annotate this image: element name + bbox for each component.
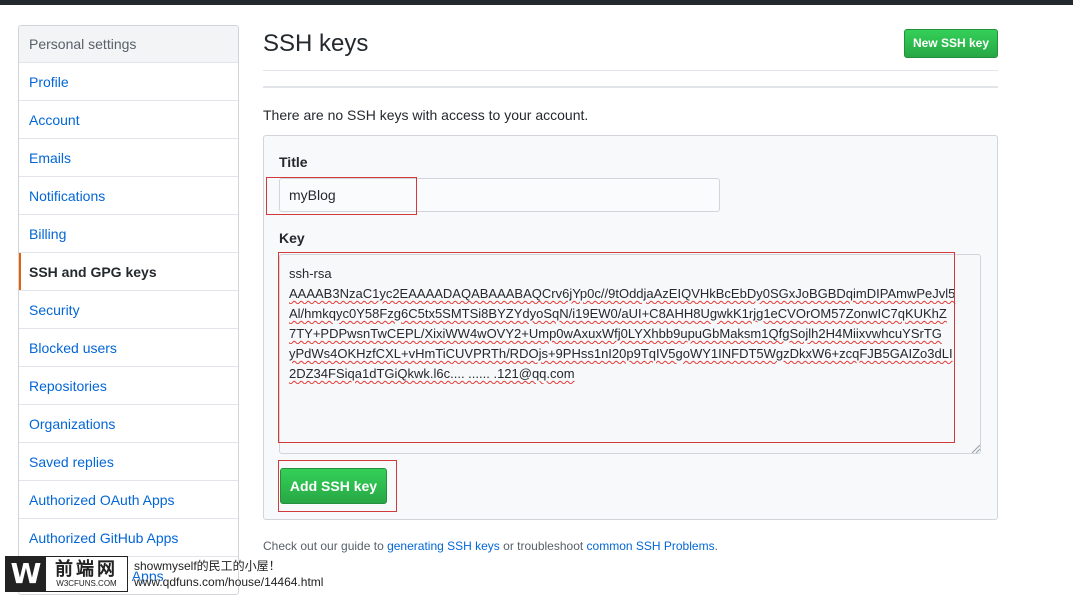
watermark-line-1: showmyself的民工的小屋！ xyxy=(134,559,281,573)
sidebar-item-security[interactable]: Security xyxy=(19,291,238,329)
sidebar-item-authorized-oauth-apps[interactable]: Authorized OAuth Apps xyxy=(19,481,238,519)
watermark-logo-sub: W3CFUNS.COM xyxy=(56,579,117,588)
watermark-line-2: www.qdfuns.com/house/14464.html xyxy=(134,575,324,589)
sidebar-item-profile[interactable]: Profile xyxy=(19,63,238,101)
sidebar-item-saved-replies[interactable]: Saved replies xyxy=(19,443,238,481)
title-label: Title xyxy=(279,154,308,170)
key-text-line: 7TY+PDPwsnTwCEPL/XixiWW4wOVY2+Ump0wAxuxW… xyxy=(289,326,942,341)
guide-middle: or troubleshoot xyxy=(499,539,587,553)
sidebar-item-organizations[interactable]: Organizations xyxy=(19,405,238,443)
guide-suffix: . xyxy=(714,539,718,553)
watermark-text: showmyself的民工的小屋！ www.qdfuns.com/house/1… xyxy=(134,558,323,590)
sidebar-item-notifications[interactable]: Notifications xyxy=(19,177,238,215)
settings-sidebar: Personal settings Profile Account Emails… xyxy=(18,25,239,595)
key-text-line: 2DZ34FSiqa1dTGiQkwk.l6c.... ...... .121@… xyxy=(289,366,575,381)
watermark-logo-letter: W xyxy=(6,557,46,591)
guide-text: Check out our guide to generating SSH ke… xyxy=(263,539,718,553)
key-text-line: Al/hmkqyc0Y58Fzg6C5tx5SMTSi8BYZYdyoSqN/i… xyxy=(289,306,947,321)
sidebar-item-emails[interactable]: Emails xyxy=(19,139,238,177)
key-label: Key xyxy=(279,230,305,246)
header-divider xyxy=(263,70,998,71)
common-ssh-problems-link[interactable]: common SSH Problems xyxy=(587,539,715,553)
sidebar-header: Personal settings xyxy=(19,26,238,63)
sidebar-item-blocked-users[interactable]: Blocked users xyxy=(19,329,238,367)
sidebar-item-account[interactable]: Account xyxy=(19,101,238,139)
title-input[interactable]: myBlog xyxy=(279,178,720,212)
generating-ssh-keys-link[interactable]: generating SSH keys xyxy=(387,539,500,553)
sidebar-item-billing[interactable]: Billing xyxy=(19,215,238,253)
key-textarea[interactable]: ssh-rsa AAAAB3NzaC1yc2EAAAADAQABAAABAQCr… xyxy=(279,254,981,454)
resize-grip-icon[interactable] xyxy=(970,443,980,453)
key-text-line: ssh-rsa xyxy=(289,266,332,281)
new-ssh-key-button[interactable]: New SSH key xyxy=(904,29,998,58)
sidebar-item-repositories[interactable]: Repositories xyxy=(19,367,238,405)
sidebar-item-ssh-gpg-keys[interactable]: SSH and GPG keys xyxy=(19,253,238,291)
section-divider xyxy=(263,86,998,88)
page-title: SSH keys xyxy=(263,30,369,57)
key-text-line: yPdWs4OKHzfCXL+vHmTiCUVPRTh/RDOjs+9PHss1… xyxy=(289,346,953,361)
top-bar xyxy=(0,0,1073,5)
guide-prefix: Check out our guide to xyxy=(263,539,388,553)
no-keys-notice: There are no SSH keys with access to you… xyxy=(263,107,589,123)
sidebar-item-authorized-github-apps[interactable]: Authorized GitHub Apps xyxy=(19,519,238,557)
watermark-logo-cn: 前端网 xyxy=(55,559,118,579)
watermark-logo: W 前端网 W3CFUNS.COM xyxy=(5,556,128,592)
add-ssh-key-button[interactable]: Add SSH key xyxy=(280,468,387,504)
key-text-line: AAAAB3NzaC1yc2EAAAADAQABAAABAQCrv6jYp0c/… xyxy=(289,286,956,301)
